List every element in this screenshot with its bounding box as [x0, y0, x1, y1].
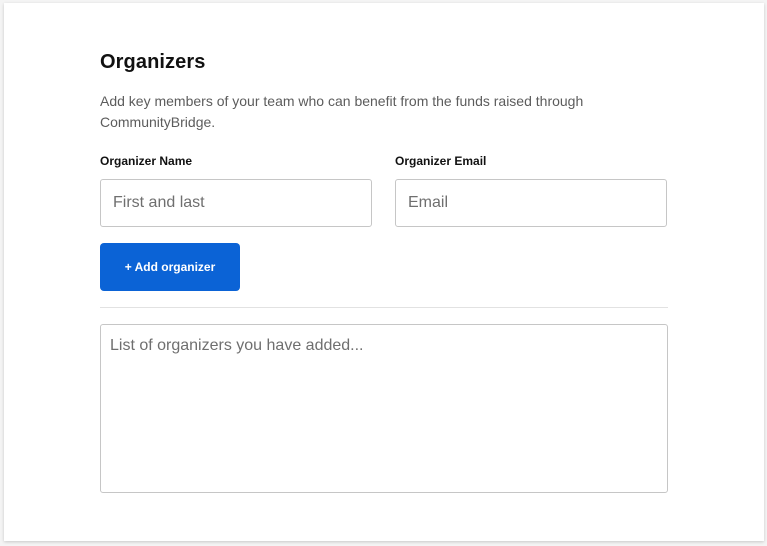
organizer-name-label: Organizer Name [100, 154, 193, 168]
organizer-email-label: Organizer Email [395, 154, 487, 168]
organizer-list-textarea[interactable] [100, 324, 668, 493]
section-title: Organizers [100, 51, 206, 73]
section-description: Add key members of your team who can ben… [100, 93, 584, 130]
organizers-card: Organizers Add key members of your team … [4, 3, 764, 541]
section-divider [100, 307, 668, 308]
organizer-email-input[interactable] [395, 179, 667, 227]
organizer-name-input[interactable] [100, 179, 372, 227]
add-organizer-button[interactable]: + Add organizer [100, 243, 240, 291]
